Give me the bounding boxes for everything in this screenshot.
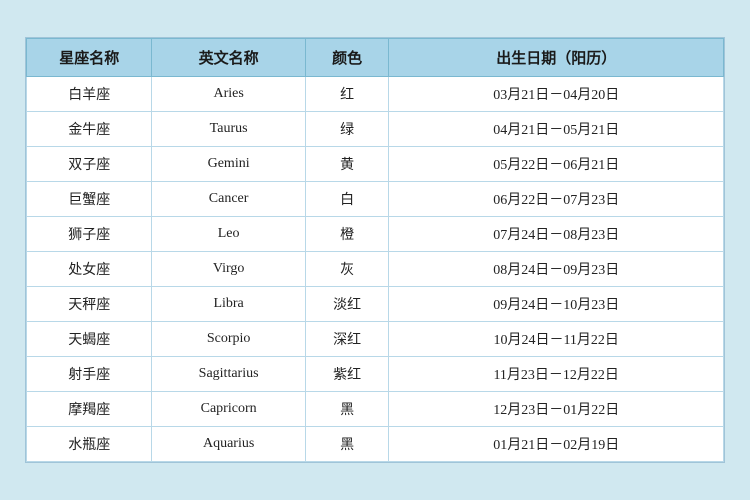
table-cell: Scorpio — [152, 322, 305, 357]
table-cell: 巨蟹座 — [27, 182, 152, 217]
table-cell: Sagittarius — [152, 357, 305, 392]
table-row: 处女座Virgo灰08月24日－09月23日 — [27, 252, 724, 287]
table-row: 金牛座Taurus绿04月21日－05月21日 — [27, 112, 724, 147]
table-cell: 深红 — [305, 322, 389, 357]
table-cell: Gemini — [152, 147, 305, 182]
header-date: 出生日期（阳历） — [389, 39, 724, 77]
table-cell: 黄 — [305, 147, 389, 182]
table-cell: 双子座 — [27, 147, 152, 182]
table-cell: 淡红 — [305, 287, 389, 322]
table-cell: 10月24日－11月22日 — [389, 322, 724, 357]
table-cell: 绿 — [305, 112, 389, 147]
table-cell: Virgo — [152, 252, 305, 287]
table-row: 天蝎座Scorpio深红10月24日－11月22日 — [27, 322, 724, 357]
table-cell: 狮子座 — [27, 217, 152, 252]
table-cell: 05月22日－06月21日 — [389, 147, 724, 182]
table-cell: 天蝎座 — [27, 322, 152, 357]
table-header-row: 星座名称 英文名称 颜色 出生日期（阳历） — [27, 39, 724, 77]
table-cell: 紫红 — [305, 357, 389, 392]
table-cell: 04月21日－05月21日 — [389, 112, 724, 147]
table-cell: Libra — [152, 287, 305, 322]
zodiac-table-container: 星座名称 英文名称 颜色 出生日期（阳历） 白羊座Aries红03月21日－04… — [25, 37, 725, 463]
table-cell: 射手座 — [27, 357, 152, 392]
table-cell: 白羊座 — [27, 77, 152, 112]
header-english-name: 英文名称 — [152, 39, 305, 77]
table-cell: 水瓶座 — [27, 427, 152, 462]
table-cell: 金牛座 — [27, 112, 152, 147]
table-cell: Aries — [152, 77, 305, 112]
table-cell: Leo — [152, 217, 305, 252]
table-cell: 天秤座 — [27, 287, 152, 322]
table-row: 水瓶座Aquarius黑01月21日－02月19日 — [27, 427, 724, 462]
table-cell: 08月24日－09月23日 — [389, 252, 724, 287]
table-row: 天秤座Libra淡红09月24日－10月23日 — [27, 287, 724, 322]
table-cell: 黑 — [305, 392, 389, 427]
header-color: 颜色 — [305, 39, 389, 77]
header-chinese-name: 星座名称 — [27, 39, 152, 77]
table-cell: 红 — [305, 77, 389, 112]
table-cell: Cancer — [152, 182, 305, 217]
table-cell: 09月24日－10月23日 — [389, 287, 724, 322]
table-body: 白羊座Aries红03月21日－04月20日金牛座Taurus绿04月21日－0… — [27, 77, 724, 462]
table-cell: 03月21日－04月20日 — [389, 77, 724, 112]
table-cell: 06月22日－07月23日 — [389, 182, 724, 217]
table-cell: Capricorn — [152, 392, 305, 427]
table-cell: 白 — [305, 182, 389, 217]
table-row: 射手座Sagittarius紫红11月23日－12月22日 — [27, 357, 724, 392]
table-row: 巨蟹座Cancer白06月22日－07月23日 — [27, 182, 724, 217]
table-row: 双子座Gemini黄05月22日－06月21日 — [27, 147, 724, 182]
zodiac-table: 星座名称 英文名称 颜色 出生日期（阳历） 白羊座Aries红03月21日－04… — [26, 38, 724, 462]
table-cell: 灰 — [305, 252, 389, 287]
table-cell: 黑 — [305, 427, 389, 462]
table-row: 狮子座Leo橙07月24日－08月23日 — [27, 217, 724, 252]
table-cell: 11月23日－12月22日 — [389, 357, 724, 392]
table-cell: 07月24日－08月23日 — [389, 217, 724, 252]
table-row: 白羊座Aries红03月21日－04月20日 — [27, 77, 724, 112]
table-cell: Taurus — [152, 112, 305, 147]
table-row: 摩羯座Capricorn黑12月23日－01月22日 — [27, 392, 724, 427]
table-cell: 01月21日－02月19日 — [389, 427, 724, 462]
table-cell: 摩羯座 — [27, 392, 152, 427]
table-cell: 12月23日－01月22日 — [389, 392, 724, 427]
table-cell: 处女座 — [27, 252, 152, 287]
table-cell: 橙 — [305, 217, 389, 252]
table-cell: Aquarius — [152, 427, 305, 462]
